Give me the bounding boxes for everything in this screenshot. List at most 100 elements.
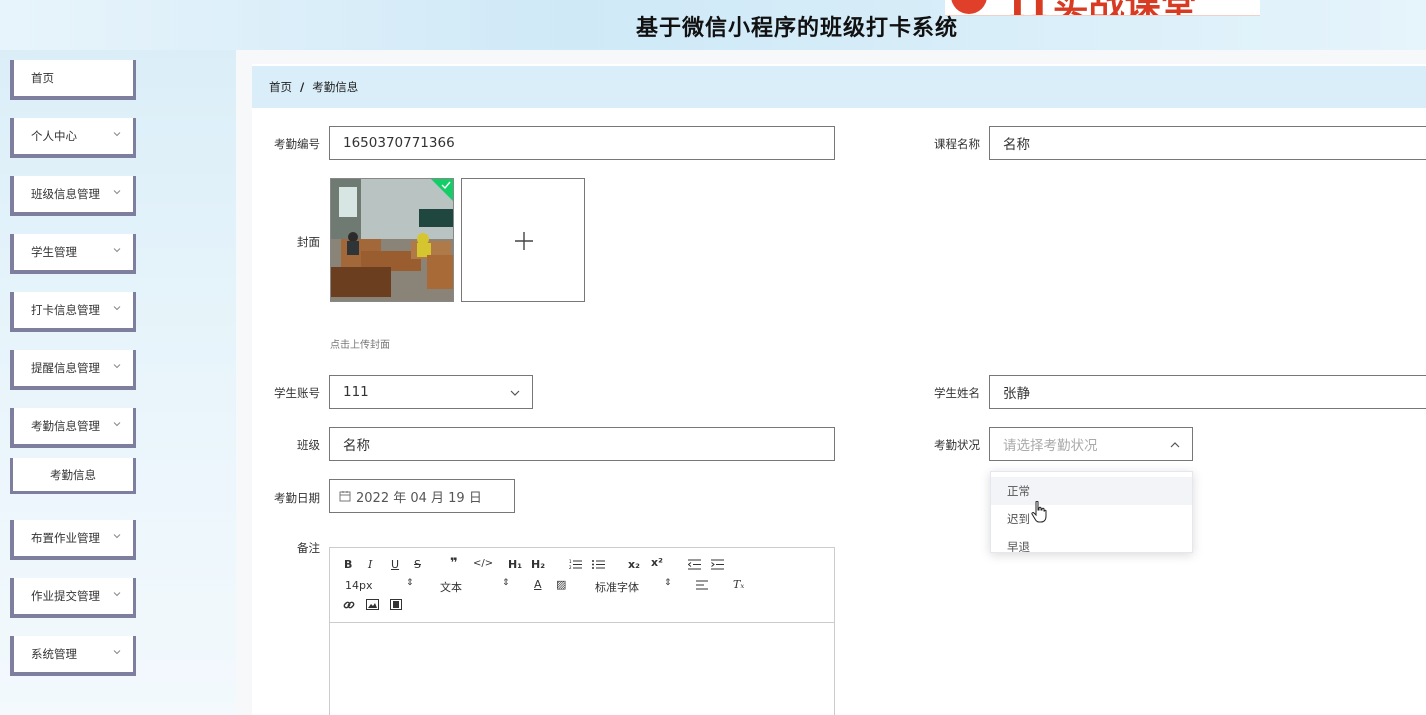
sidebar-item-profile[interactable]: 个人中心 [10, 118, 136, 158]
italic-icon[interactable]: I [368, 558, 372, 571]
sidebar-item-students[interactable]: 学生管理 [10, 234, 136, 274]
chevron-up-icon [1170, 442, 1180, 448]
cover-label: 封面 [297, 235, 320, 249]
heading-2-icon[interactable]: H₂ [531, 558, 545, 571]
indent-icon[interactable] [711, 559, 724, 570]
font-family-arrows-icon: ⇕ [664, 578, 672, 588]
superscript-icon[interactable]: x² [651, 556, 663, 569]
sidebar-item-label: 个人中心 [31, 129, 77, 143]
sidebar-item-homework-submit[interactable]: 作业提交管理 [10, 578, 136, 618]
sidebar-item-checkin[interactable]: 打卡信息管理 [10, 292, 136, 332]
editor-toolbar: B I U S ❞ </> H₁ H₂ 12 x₂ x² 14px ⇕ 文本 ⇕… [330, 548, 834, 623]
chevron-down-icon [113, 190, 121, 195]
course-name-field[interactable]: 名称 [989, 126, 1426, 160]
class-field[interactable]: 名称 [329, 427, 835, 461]
status-placeholder: 请选择考勤状况 [1003, 438, 1098, 454]
course-name-value: 名称 [1003, 137, 1030, 153]
status-dropdown: 正常 迟到 早退 [990, 471, 1193, 553]
sidebar-item-label: 提醒信息管理 [31, 361, 100, 375]
underline-icon[interactable]: U [391, 558, 399, 571]
status-option-normal[interactable]: 正常 [991, 477, 1192, 505]
chevron-down-icon [113, 592, 121, 597]
chevron-down-icon [113, 248, 121, 253]
align-icon[interactable] [696, 580, 708, 590]
chevron-down-icon [113, 650, 121, 655]
page-title: 基于微信小程序的班级打卡系统 [636, 16, 959, 41]
student-name-label: 学生姓名 [934, 386, 980, 400]
chevron-down-icon [113, 306, 121, 311]
image-icon[interactable] [366, 599, 379, 610]
breadcrumb-separator: / [300, 80, 305, 94]
student-account-label: 学生账号 [274, 386, 320, 400]
attendance-no-field[interactable]: 1650370771366 [329, 126, 835, 160]
sidebar-item-label: 布置作业管理 [31, 531, 100, 545]
chevron-down-icon [113, 132, 121, 137]
status-select[interactable]: 请选择考勤状况 [989, 427, 1193, 461]
sidebar-item-reminders[interactable]: 提醒信息管理 [10, 350, 136, 390]
status-option-late[interactable]: 迟到 [991, 505, 1192, 533]
sidebar-item-label: 首页 [31, 71, 54, 85]
ordered-list-icon[interactable]: 12 [569, 559, 582, 570]
attendance-no-label: 考勤编号 [274, 137, 320, 151]
text-style-arrows-icon: ⇕ [502, 578, 510, 588]
sidebar-item-label: 系统管理 [31, 647, 77, 661]
chevron-down-icon [510, 390, 520, 396]
class-value: 名称 [343, 438, 370, 454]
sidebar-item-label: 考勤信息管理 [31, 419, 100, 433]
chevron-down-icon [113, 534, 121, 539]
brand-logo: IT实战课堂 [945, 0, 1260, 16]
font-family-select[interactable]: 标准字体 [595, 579, 639, 595]
sidebar-item-label: 作业提交管理 [31, 589, 100, 603]
chevron-down-icon [113, 422, 121, 427]
breadcrumb-home[interactable]: 首页 [269, 79, 292, 95]
student-name-value: 张静 [1003, 386, 1030, 402]
status-label: 考勤状况 [934, 438, 980, 452]
sidebar-item-class-info[interactable]: 班级信息管理 [10, 176, 136, 216]
date-picker[interactable]: 2022 年 04 月 19 日 [329, 479, 515, 513]
cover-image-thumbnail[interactable] [330, 178, 454, 302]
sidebar-item-label: 打卡信息管理 [31, 303, 100, 317]
font-size-arrows-icon: ⇕ [406, 578, 414, 588]
cover-upload-tip: 点击上传封面 [330, 340, 390, 351]
sidebar-item-home[interactable]: 首页 [10, 60, 136, 100]
cover-upload-button[interactable] [461, 178, 585, 302]
text-style-select[interactable]: 文本 [440, 579, 462, 595]
svg-text:1: 1 [569, 559, 572, 564]
blockquote-icon[interactable]: ❞ [450, 556, 458, 571]
sidebar-item-homework-assign[interactable]: 布置作业管理 [10, 520, 136, 560]
breadcrumb: 首页 / 考勤信息 [252, 66, 1426, 108]
clear-format-icon[interactable]: Tₓ [733, 578, 744, 591]
video-icon[interactable] [390, 599, 402, 610]
bullet-list-icon[interactable] [592, 559, 605, 570]
strikethrough-icon[interactable]: S [414, 558, 421, 571]
status-option-early-leave[interactable]: 早退 [991, 533, 1192, 552]
code-block-icon[interactable]: </> [473, 558, 493, 569]
check-icon [441, 181, 451, 189]
remark-label: 备注 [297, 541, 320, 555]
course-name-label: 课程名称 [934, 137, 980, 151]
sidebar-item-label: 班级信息管理 [31, 187, 100, 201]
outdent-icon[interactable] [688, 559, 701, 570]
background-color-icon[interactable]: ▨ [556, 578, 566, 591]
chevron-down-icon [113, 364, 121, 369]
attendance-no-value: 1650370771366 [343, 135, 455, 151]
student-account-select[interactable]: 111 [329, 375, 533, 409]
calendar-icon [339, 491, 351, 502]
class-label: 班级 [297, 438, 320, 452]
logo-text: IT实战课堂 [1009, 0, 1197, 15]
font-size-select[interactable]: 14px [345, 579, 373, 592]
heading-1-icon[interactable]: H₁ [508, 558, 522, 571]
sidebar-subitem-attendance[interactable]: 考勤信息 [10, 458, 136, 494]
rich-text-editor[interactable]: B I U S ❞ </> H₁ H₂ 12 x₂ x² 14px ⇕ 文本 ⇕… [329, 547, 835, 715]
student-account-value: 111 [343, 384, 369, 400]
link-icon[interactable] [343, 599, 355, 611]
sidebar-item-system[interactable]: 系统管理 [10, 636, 136, 676]
sidebar-item-attendance-mgmt[interactable]: 考勤信息管理 [10, 408, 136, 448]
date-value: 2022 年 04 月 19 日 [356, 490, 482, 506]
hand-cursor-icon [1031, 501, 1047, 523]
font-color-icon[interactable]: A [534, 578, 542, 591]
bold-icon[interactable]: B [344, 558, 352, 571]
student-name-field[interactable]: 张静 [989, 375, 1426, 409]
app-header: IT实战课堂 基于微信小程序的班级打卡系统 [0, 0, 1426, 50]
subscript-icon[interactable]: x₂ [628, 558, 640, 571]
